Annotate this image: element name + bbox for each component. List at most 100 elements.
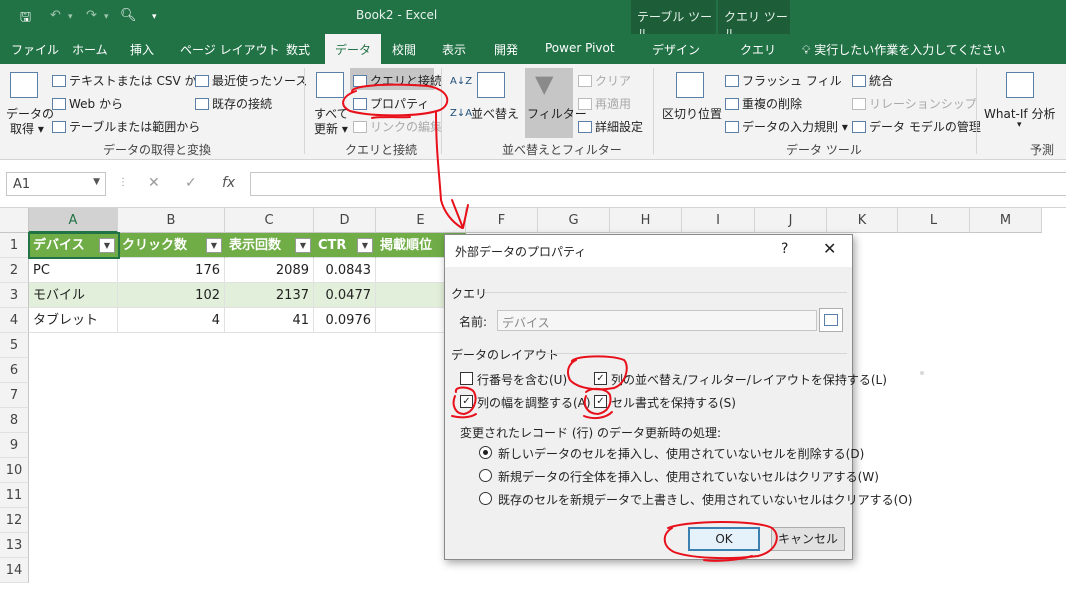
row-header[interactable]: 14 [0, 558, 29, 583]
query-properties-button[interactable] [819, 308, 843, 332]
clear-button[interactable]: クリア [578, 72, 631, 89]
column-header[interactable]: J [755, 208, 827, 233]
properties-button[interactable]: プロパティ [353, 95, 429, 112]
column-header[interactable]: B [118, 208, 225, 233]
cancel-button[interactable]: キャンセル [771, 527, 845, 551]
get-data-button-line2[interactable]: 取得 ▾ [10, 120, 44, 137]
ok-button[interactable]: OK [688, 527, 760, 551]
table-cell[interactable]: 2089 [225, 258, 314, 283]
undo-icon[interactable]: ↶ [50, 8, 61, 23]
save-icon[interactable]: 🖫 [20, 8, 31, 30]
column-header[interactable]: C [225, 208, 314, 233]
advanced-filter-button[interactable]: 詳細設定 [578, 118, 643, 135]
select-all-corner[interactable] [0, 208, 29, 233]
column-header[interactable]: A [29, 208, 118, 233]
row-header[interactable]: 9 [0, 433, 29, 458]
overwrite-radio[interactable] [479, 492, 492, 505]
column-header[interactable]: H [610, 208, 682, 233]
sort-az-icon[interactable]: A↓Z [450, 76, 472, 87]
tab-view[interactable]: 表示 [442, 41, 466, 58]
table-header-cell[interactable]: CTR ▼ [314, 233, 376, 258]
table-cell[interactable]: タブレット [29, 308, 118, 333]
column-header[interactable]: L [898, 208, 970, 233]
existing-connections-button[interactable]: 既存の接続 [195, 95, 272, 112]
queries-connections-button[interactable]: クエリと接続 [353, 72, 442, 89]
close-button[interactable]: ✕ [823, 239, 836, 258]
tell-me-search[interactable]: 💡︎ 実行したい作業を入力してください [802, 41, 1006, 58]
table-cell[interactable]: 102 [118, 283, 225, 308]
column-header[interactable]: I [682, 208, 755, 233]
column-header[interactable]: G [538, 208, 610, 233]
print-preview-icon[interactable]: 🔍︎ [120, 8, 137, 23]
overwrite-label[interactable]: 既存のセルを新規データで上書きし、使用されていないセルはクリアする(O) [498, 491, 912, 508]
insert-rows-radio[interactable] [479, 469, 492, 482]
table-header-cell[interactable]: クリック数 ▼ [118, 233, 225, 258]
adjust-width-label[interactable]: 列の幅を調整する(A) [477, 394, 591, 411]
insert-rows-label[interactable]: 新規データの行全体を挿入し、使用されていないセルはクリアする(W) [498, 468, 879, 485]
insert-function-icon[interactable]: fx [222, 175, 235, 191]
column-header[interactable]: F [466, 208, 538, 233]
table-cell[interactable]: 2137 [225, 283, 314, 308]
row-header[interactable]: 2 [0, 258, 29, 283]
table-cell[interactable]: PC [29, 258, 118, 283]
sort-za-icon[interactable]: Z↓A [450, 108, 472, 119]
row-header[interactable]: 10 [0, 458, 29, 483]
help-button[interactable]: ? [781, 241, 788, 257]
preserve-format-label[interactable]: セル書式を保持する(S) [611, 394, 736, 411]
tab-data[interactable]: データ [325, 34, 382, 64]
row-header[interactable]: 8 [0, 408, 29, 433]
redo-icon[interactable]: ↷ [86, 8, 97, 23]
edit-links-button[interactable]: リンクの編集 [353, 118, 442, 135]
text-to-columns-button[interactable]: 区切り位置 [662, 105, 722, 122]
preserve-sort-checkbox[interactable]: ✓ [594, 372, 607, 385]
redo-dropdown-icon[interactable]: ▾ [104, 12, 109, 22]
name-box[interactable]: A1 ▼ [6, 172, 106, 196]
row-header[interactable]: 6 [0, 358, 29, 383]
recent-sources-button[interactable]: 最近使ったソース [195, 72, 307, 89]
tab-insert[interactable]: 挿入 [130, 41, 154, 58]
row-header[interactable]: 5 [0, 333, 29, 358]
tab-page-layout[interactable]: ページ レイアウト [180, 41, 280, 58]
row-header[interactable]: 3 [0, 283, 29, 308]
what-if-dropdown-icon[interactable]: ▾ [1017, 120, 1022, 130]
table-cell[interactable]: 0.0477 [314, 283, 376, 308]
remove-duplicates-button[interactable]: 重複の削除 [725, 95, 802, 112]
flash-fill-button[interactable]: フラッシュ フィル [725, 72, 842, 89]
table-cell[interactable]: 176 [118, 258, 225, 283]
insert-cells-label[interactable]: 新しいデータのセルを挿入し、使用されていないセルを削除する(D) [498, 445, 864, 462]
row-header[interactable]: 1 [0, 233, 29, 258]
preserve-sort-label[interactable]: 列の並べ替え/フィルター/レイアウトを保持する(L) [611, 371, 887, 388]
tab-formulas[interactable]: 数式 [286, 41, 310, 58]
table-cell[interactable]: モバイル [29, 283, 118, 308]
column-header[interactable]: D [314, 208, 376, 233]
undo-dropdown-icon[interactable]: ▾ [68, 12, 73, 22]
tab-power-pivot[interactable]: Power Pivot [545, 41, 615, 55]
table-header-cell[interactable]: 表示回数 ▼ [225, 233, 314, 258]
relationships-button[interactable]: リレーションシップ [852, 95, 977, 112]
table-cell[interactable]: 0.0843 [314, 258, 376, 283]
tab-design[interactable]: デザイン [652, 41, 700, 58]
preserve-format-checkbox[interactable]: ✓ [594, 395, 607, 408]
data-validation-button[interactable]: データの入力規則 ▾ [725, 118, 848, 135]
customize-qat-icon[interactable]: ▾ [152, 12, 157, 22]
tab-file[interactable]: ファイル [11, 41, 59, 58]
include-row-numbers-label[interactable]: 行番号を含む(U) [477, 371, 567, 388]
row-header[interactable]: 4 [0, 308, 29, 333]
tab-query[interactable]: クエリ [740, 41, 776, 58]
formula-input[interactable] [250, 172, 1066, 196]
from-table-button[interactable]: テーブルまたは範囲から [52, 118, 200, 135]
data-model-button[interactable]: データ モデルの管理 [852, 118, 981, 135]
from-text-csv-button[interactable]: テキストまたは CSV から [52, 72, 208, 89]
tab-home[interactable]: ホーム [72, 41, 108, 58]
filter-dropdown-icon[interactable]: ▼ [206, 238, 222, 253]
from-web-button[interactable]: Web から [52, 95, 123, 112]
include-row-numbers-checkbox[interactable] [460, 372, 473, 385]
reapply-button[interactable]: 再適用 [578, 95, 631, 112]
sort-button[interactable]: 並べ替え [471, 105, 519, 122]
row-header[interactable]: 13 [0, 533, 29, 558]
refresh-all-button-line2[interactable]: 更新 ▾ [314, 120, 348, 137]
consolidate-button[interactable]: 統合 [852, 72, 893, 89]
adjust-width-checkbox[interactable]: ✓ [460, 395, 473, 408]
row-header[interactable]: 11 [0, 483, 29, 508]
row-header[interactable]: 12 [0, 508, 29, 533]
